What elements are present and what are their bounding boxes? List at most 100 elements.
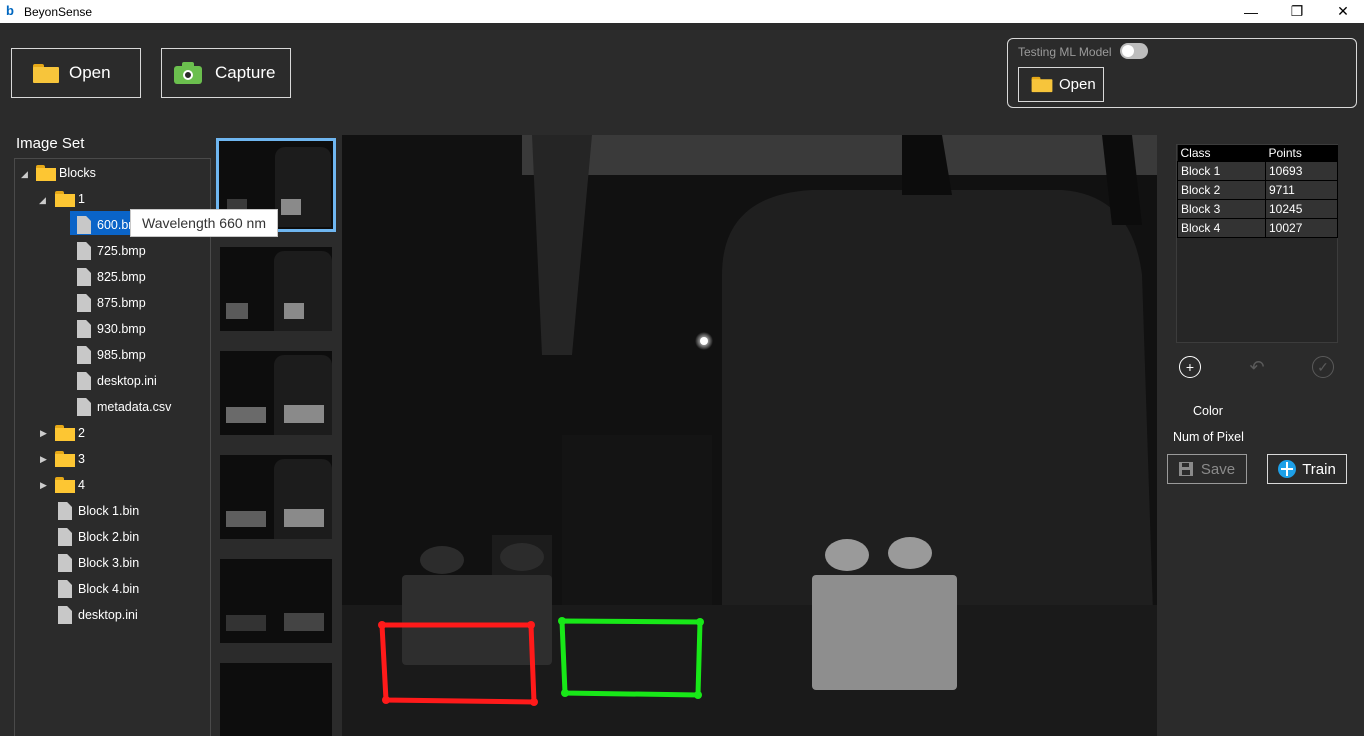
file-icon	[77, 346, 91, 364]
app-body: Open Capture Testing ML Model Open Image…	[0, 23, 1364, 736]
thumbnail[interactable]	[220, 663, 332, 736]
tree-file[interactable]: Block 4.bin	[58, 578, 139, 600]
tree-file-label: 930.bmp	[97, 322, 146, 336]
folder-icon	[55, 191, 75, 207]
table-row[interactable]: Block 4 10027	[1177, 217, 1338, 238]
confirm-button[interactable]: ✓	[1312, 356, 1334, 378]
tree-file-label: Block 4.bin	[78, 582, 140, 596]
file-icon	[77, 320, 91, 338]
tree-file[interactable]: 825.bmp	[77, 266, 146, 288]
image-set-title: Image Set	[16, 135, 85, 152]
tree-folder-label: 3	[78, 452, 85, 466]
open-button-label: Open	[69, 63, 111, 82]
file-icon	[58, 554, 72, 572]
expand-arrow-icon[interactable]: ▶	[40, 428, 47, 439]
points-cell: 10693	[1265, 160, 1338, 181]
thumbnail[interactable]	[220, 351, 332, 435]
tree-folder-2[interactable]: 2	[55, 422, 85, 444]
table-row[interactable]: Block 2 9711	[1177, 179, 1338, 200]
tree-file-label: 825.bmp	[97, 270, 146, 284]
tree-folder-blocks[interactable]: Blocks	[36, 162, 96, 184]
tree-file[interactable]: 985.bmp	[77, 344, 146, 366]
tree-file-600[interactable]: 600.br	[77, 214, 132, 236]
tree-file[interactable]: Block 3.bin	[58, 552, 139, 574]
tree-file-label: Block 1.bin	[78, 504, 140, 518]
folder-icon	[36, 165, 56, 181]
tree-folder-1[interactable]: 1	[55, 188, 85, 210]
folder-icon	[1031, 76, 1053, 93]
tree-file[interactable]: 875.bmp	[77, 292, 146, 314]
window-title: BeyonSense	[24, 5, 93, 19]
thumbnail[interactable]	[220, 247, 332, 331]
file-icon	[77, 242, 91, 260]
undo-button[interactable]: ↶	[1246, 356, 1268, 378]
main-image-view[interactable]	[342, 135, 1157, 736]
thumbnail[interactable]	[220, 559, 332, 643]
file-icon	[77, 398, 91, 416]
points-cell: 10027	[1265, 217, 1338, 238]
file-icon	[58, 606, 72, 624]
tree-file-label: 985.bmp	[97, 348, 146, 362]
tree-folder-3[interactable]: 3	[55, 448, 85, 470]
tree-file[interactable]: Block 2.bin	[58, 526, 139, 548]
tree-file-label: Block 2.bin	[78, 530, 140, 544]
tree-file[interactable]: desktop.ini	[77, 370, 157, 392]
ml-model-toggle[interactable]	[1120, 43, 1148, 59]
class-cell: Block 3	[1177, 198, 1266, 219]
tree-file[interactable]: 725.bmp	[77, 240, 146, 262]
capture-button[interactable]: Capture	[161, 48, 291, 98]
collapse-arrow-icon[interactable]: ◢	[39, 195, 46, 206]
tree-file-label: 875.bmp	[97, 296, 146, 310]
folder-icon	[33, 63, 59, 83]
tree-file[interactable]: metadata.csv	[77, 396, 171, 418]
folder-icon	[55, 425, 75, 441]
add-class-button[interactable]: +	[1179, 356, 1201, 378]
tree-file-label: 600.br	[97, 218, 133, 232]
file-icon	[77, 372, 91, 390]
file-icon	[77, 268, 91, 286]
tree-folder-label: Blocks	[59, 166, 96, 180]
minimize-button[interactable]: —	[1228, 0, 1274, 23]
save-button[interactable]: Save	[1167, 454, 1247, 484]
expand-arrow-icon[interactable]: ▶	[40, 480, 47, 491]
tree-file-label: desktop.ini	[78, 608, 138, 622]
class-cell: Block 2	[1177, 179, 1266, 200]
points-cell: 9711	[1265, 179, 1338, 200]
train-button-label: Train	[1302, 460, 1336, 478]
ml-open-button[interactable]: Open	[1018, 67, 1104, 102]
column-header-points: Points	[1265, 145, 1338, 161]
class-cell: Block 1	[1177, 160, 1266, 181]
brain-icon	[1278, 460, 1297, 478]
folder-icon	[55, 477, 75, 493]
table-row[interactable]: Block 1 10693	[1177, 160, 1338, 181]
file-icon	[58, 580, 72, 598]
check-icon: ✓	[1317, 358, 1329, 375]
tree-file[interactable]: Block 1.bin	[58, 500, 139, 522]
tree-file[interactable]: desktop.ini	[58, 604, 138, 626]
close-button[interactable]: ✕	[1320, 0, 1364, 23]
title-bar: b BeyonSense — ❐ ✕	[0, 0, 1364, 23]
train-button[interactable]: Train	[1267, 454, 1347, 484]
thumbnail[interactable]	[220, 455, 332, 539]
tree-file-label: metadata.csv	[97, 400, 172, 414]
main-image-canvas[interactable]	[342, 135, 1157, 736]
file-icon	[58, 502, 72, 520]
open-button[interactable]: Open	[11, 48, 141, 98]
file-icon	[77, 294, 91, 312]
ml-model-panel: Testing ML Model Open	[1007, 38, 1357, 108]
ml-model-label: Testing ML Model	[1018, 45, 1112, 59]
tree-file-label: 725.bmp	[97, 244, 146, 258]
color-label: Color	[1193, 404, 1223, 418]
restore-button[interactable]: ❐	[1274, 0, 1320, 23]
tree-folder-label: 4	[78, 478, 85, 492]
wavelength-tooltip: Wavelength 660 nm	[130, 209, 278, 237]
capture-button-label: Capture	[215, 63, 276, 82]
folder-icon	[55, 451, 75, 467]
num-pixel-label: Num of Pixel	[1173, 430, 1244, 444]
tree-folder-4[interactable]: 4	[55, 474, 85, 496]
expand-arrow-icon[interactable]: ▶	[40, 454, 47, 465]
table-row[interactable]: Block 3 10245	[1177, 198, 1338, 219]
collapse-arrow-icon[interactable]: ◢	[21, 169, 28, 180]
tree-file[interactable]: 930.bmp	[77, 318, 146, 340]
undo-icon: ↶	[1249, 356, 1265, 377]
